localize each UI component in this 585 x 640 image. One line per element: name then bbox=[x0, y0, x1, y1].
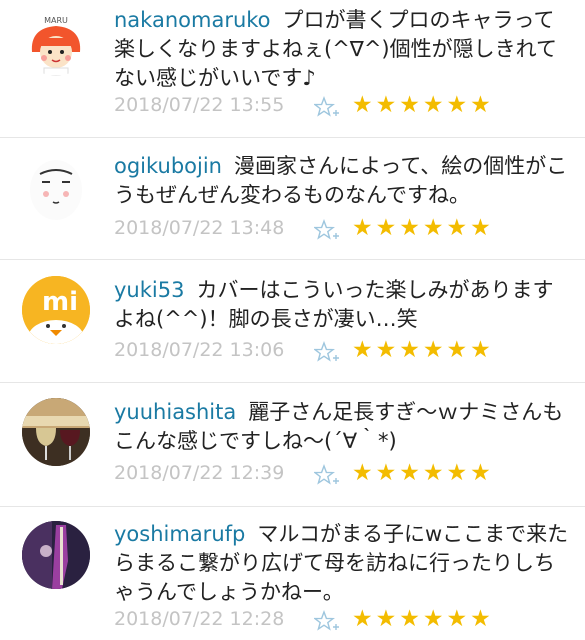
comment-item: ogikubojin 漫画家さんによって、絵の個性がこうもぜんぜん変わるものなんで… bbox=[0, 138, 585, 259]
comment-timestamp: 2018/07/22 12:39 bbox=[114, 462, 285, 484]
avatar[interactable] bbox=[22, 521, 90, 589]
comment-item: yuuhiashita 麗子さん足長すぎ〜ｗナミさんもこんな感じですしね〜(´∀｀… bbox=[0, 383, 585, 506]
add-favorite-icon[interactable] bbox=[314, 464, 340, 488]
comment-item: mi yuki53 カバーはこういった楽しみがありますよね(^^)！脚の長さが凄い… bbox=[0, 260, 585, 382]
guitar-photo-avatar-icon bbox=[22, 521, 90, 589]
comment-item: yoshimarufp マルコがまる子にwここまで来たらまるこ繋がり広げて母を訪ね… bbox=[0, 507, 585, 640]
comment-username[interactable]: nakanomaruko bbox=[114, 8, 271, 32]
comment-username[interactable]: yuki53 bbox=[114, 278, 184, 302]
avatar[interactable]: mi bbox=[22, 276, 90, 344]
wine-photo-avatar-icon bbox=[22, 398, 90, 466]
comment-text: yuuhiashita 麗子さん足長すぎ〜ｗナミさんもこんな感じですしね〜(´∀｀… bbox=[114, 398, 574, 456]
comment-meta: 2018/07/22 12:39 ★★★★★★ bbox=[114, 460, 554, 490]
comment-meta: 2018/07/22 13:06 ★★★★★★ bbox=[114, 337, 554, 367]
star-rating: ★★★★★★ bbox=[352, 606, 494, 632]
comment-list: MARU nakanomaruko プロが書くプロのキャラって楽しくなりますよねぇ… bbox=[0, 0, 585, 640]
add-favorite-icon[interactable] bbox=[314, 219, 340, 243]
avatar[interactable] bbox=[22, 152, 90, 220]
avatar[interactable] bbox=[22, 398, 90, 466]
comment-text: nakanomaruko プロが書くプロのキャラって楽しくなりますよねぇ(^∇^)… bbox=[114, 6, 574, 93]
comment-text: ogikubojin 漫画家さんによって、絵の個性がこうもぜんぜん変わるものなんで… bbox=[114, 152, 574, 210]
comment-meta: 2018/07/22 12:28 ★★★★★★ bbox=[114, 606, 554, 636]
add-favorite-icon[interactable] bbox=[314, 96, 340, 120]
comment-item: MARU nakanomaruko プロが書くプロのキャラって楽しくなりますよねぇ… bbox=[0, 0, 585, 137]
star-rating: ★★★★★★ bbox=[352, 215, 494, 241]
star-rating: ★★★★★★ bbox=[352, 460, 494, 486]
star-rating: ★★★★★★ bbox=[352, 92, 494, 118]
comment-username[interactable]: yuuhiashita bbox=[114, 400, 236, 424]
comment-text: yoshimarufp マルコがまる子にwここまで来たらまるこ繋がり広げて母を訪ね… bbox=[114, 520, 574, 607]
avatar[interactable]: MARU bbox=[22, 8, 90, 76]
comment-username[interactable]: ogikubojin bbox=[114, 154, 222, 178]
face-avatar-icon bbox=[30, 160, 82, 220]
comment-timestamp: 2018/07/22 13:48 bbox=[114, 217, 285, 239]
comment-timestamp: 2018/07/22 12:28 bbox=[114, 608, 285, 630]
comment-meta: 2018/07/22 13:55 ★★★★★★ bbox=[114, 92, 554, 122]
avatar-logo-text: MARU bbox=[44, 16, 68, 25]
mi-avatar-icon: mi bbox=[22, 276, 90, 344]
star-rating: ★★★★★★ bbox=[352, 337, 494, 363]
comment-timestamp: 2018/07/22 13:55 bbox=[114, 94, 285, 116]
add-favorite-icon[interactable] bbox=[314, 610, 340, 634]
add-favorite-icon[interactable] bbox=[314, 341, 340, 365]
avatar-logo-text: mi bbox=[42, 287, 78, 317]
comment-username[interactable]: yoshimarufp bbox=[114, 522, 245, 546]
maruko-avatar-icon: MARU bbox=[31, 16, 81, 76]
comment-text: yuki53 カバーはこういった楽しみがありますよね(^^)！脚の長さが凄い…笑 bbox=[114, 276, 574, 334]
comment-timestamp: 2018/07/22 13:06 bbox=[114, 339, 285, 361]
comment-meta: 2018/07/22 13:48 ★★★★★★ bbox=[114, 215, 554, 245]
